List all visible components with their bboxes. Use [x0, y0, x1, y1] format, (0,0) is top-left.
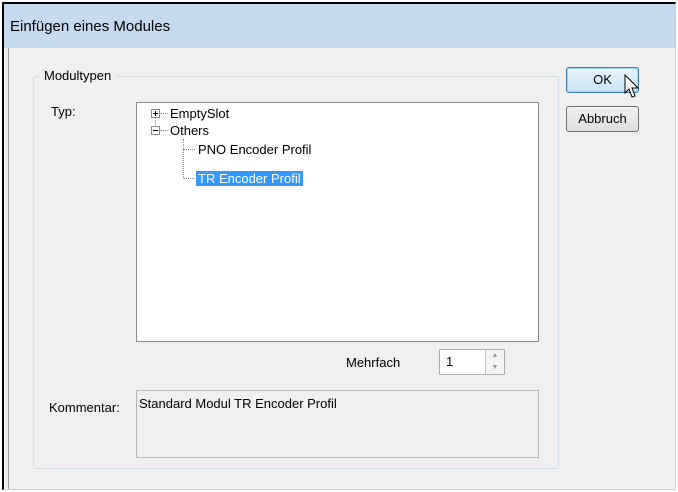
- cancel-button-label: Abbruch: [578, 111, 627, 126]
- title-bar[interactable]: Einfügen eines Modules: [4, 4, 675, 48]
- tree-item-others[interactable]: Others: [170, 122, 209, 139]
- comment-box: Standard Modul TR Encoder Profil: [136, 390, 539, 458]
- tree-connector: [183, 139, 184, 179]
- group-legend: Modultypen: [39, 68, 117, 83]
- tree-item-label: PNO Encoder Profil: [198, 142, 312, 157]
- type-label: Typ:: [51, 104, 76, 119]
- collapse-minus-icon[interactable]: [151, 126, 160, 135]
- tree-item-label: Others: [170, 123, 210, 138]
- spinner-up-icon[interactable]: ▲: [486, 350, 504, 362]
- cancel-button[interactable]: Abbruch: [566, 106, 639, 132]
- tree-item-tr-encoder-profil[interactable]: TR Encoder Profil: [196, 170, 303, 187]
- mouse-pointer-icon: [624, 74, 640, 98]
- spinner-down-icon[interactable]: ▼: [486, 362, 504, 374]
- ok-button-label: OK: [593, 72, 612, 87]
- multiple-spinner[interactable]: 1 ▲ ▼: [439, 349, 505, 375]
- spinner-buttons: ▲ ▼: [485, 350, 504, 374]
- comment-label: Kommentar:: [49, 400, 120, 415]
- tree-item-pno-encoder-profil[interactable]: PNO Encoder Profil: [198, 141, 311, 158]
- tree-connector: [160, 113, 168, 114]
- tree-item-label-selected: TR Encoder Profil: [196, 171, 303, 186]
- multiple-label: Mehrfach: [346, 355, 401, 370]
- multiple-value[interactable]: 1: [446, 354, 453, 369]
- tree-connector: [160, 130, 168, 131]
- tree-item-label: EmptySlot: [170, 106, 230, 121]
- window-title: Einfügen eines Modules: [10, 18, 171, 35]
- comment-text: Standard Modul TR Encoder Profil: [139, 396, 337, 411]
- tree-item-emptyslot[interactable]: EmptySlot: [170, 105, 229, 122]
- expand-plus-icon[interactable]: [151, 109, 160, 118]
- dialog-client-area: Modultypen Typ: EmptySlot Others PNO Enc…: [8, 48, 675, 489]
- tree-connector: [183, 149, 195, 150]
- tree-connector: [183, 178, 195, 179]
- dialog-window: Einfügen eines Modules Modultypen Typ: E…: [2, 2, 676, 490]
- module-tree[interactable]: EmptySlot Others PNO Encoder Profil TR E…: [136, 102, 539, 342]
